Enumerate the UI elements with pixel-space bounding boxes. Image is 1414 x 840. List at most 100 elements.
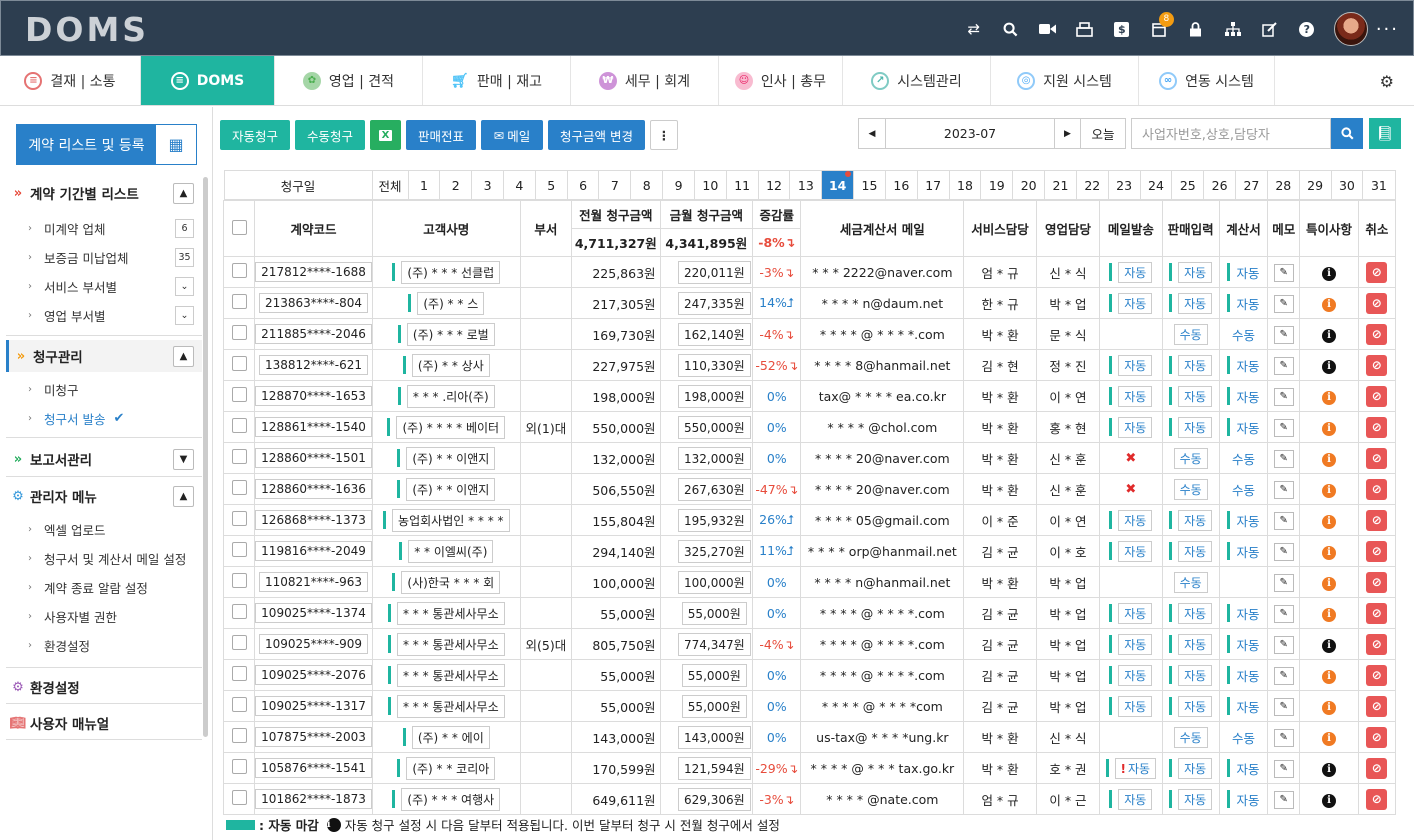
customer-name[interactable]: * * 이엘씨(주)	[408, 539, 494, 563]
sale-input-button[interactable]: 자동	[1178, 540, 1213, 562]
header-invoice[interactable]: 계산서	[1218, 200, 1269, 257]
info-icon[interactable]: i	[1321, 328, 1336, 343]
contract-code[interactable]: 109025****-909	[258, 634, 369, 654]
header-special[interactable]: 특이사항	[1299, 200, 1359, 257]
day-29[interactable]: 29	[1298, 170, 1332, 200]
sale-input-button[interactable]: 수동	[1173, 571, 1208, 593]
day-7[interactable]: 7	[598, 170, 632, 200]
table-row[interactable]: 110821****-963 (사)한국 * * * 회 100,000원 100,0…	[222, 566, 1397, 598]
table-row[interactable]: 109025****-909 * * * 통관세사무소 외(5)대 805,750원 7…	[222, 628, 1397, 660]
sale-input-button[interactable]: 자동	[1178, 385, 1213, 407]
cur-amount[interactable]: 247,335원	[677, 291, 751, 315]
memo-edit-icon[interactable]: ✎	[1273, 418, 1294, 437]
sidebar-item-unbilled[interactable]: › 미청구	[28, 376, 198, 402]
invoice-status[interactable]: 자동	[1236, 635, 1259, 654]
invoice-status[interactable]: 자동	[1236, 666, 1259, 685]
table-row[interactable]: 211885****-2046 (주) * * * 로벌 169,730원 162,1…	[222, 318, 1397, 350]
memo-edit-icon[interactable]: ✎	[1273, 542, 1294, 561]
row-checkbox[interactable]	[231, 294, 247, 309]
header-cancel[interactable]: 취소	[1357, 200, 1397, 257]
row-checkbox[interactable]	[231, 697, 247, 712]
sidebar-item-sales-dept[interactable]: › 영업 부서별 ⌄	[28, 302, 198, 328]
dollar-icon[interactable]: $	[1107, 14, 1137, 44]
memo-edit-icon[interactable]: ✎	[1273, 294, 1294, 313]
month-value[interactable]: 2023-07	[886, 119, 1054, 148]
cur-amount[interactable]: 132,000원	[677, 446, 751, 470]
tab-doms[interactable]: ≡ DOMS	[141, 56, 275, 105]
sale-input-button[interactable]: 자동	[1178, 416, 1213, 438]
select-all-checkbox[interactable]	[231, 219, 247, 235]
table-row[interactable]: 105876****-1541 (주) * * 코리아 170,599원 121,59…	[222, 752, 1397, 784]
table-row[interactable]: 217812****-1688 (주) * * * 선클럽 225,863원 220,…	[222, 256, 1397, 288]
memo-edit-icon[interactable]: ✎	[1273, 666, 1294, 685]
day-12[interactable]: 12	[757, 170, 791, 200]
contract-code[interactable]: 109025****-2076	[255, 665, 372, 685]
info-icon[interactable]: i	[1321, 359, 1336, 374]
day-10[interactable]: 10	[693, 170, 727, 200]
change-amount-button[interactable]: 청구금액 변경	[548, 120, 645, 150]
manual-book-button[interactable]: 📘︎	[1369, 118, 1401, 149]
sale-input-button[interactable]: 수동	[1173, 478, 1208, 500]
day-23[interactable]: 23	[1107, 170, 1141, 200]
cur-amount[interactable]: 55,000원	[681, 601, 747, 625]
invoice-status[interactable]: 자동	[1236, 294, 1259, 313]
header-email[interactable]: 세금계산서 메일	[800, 200, 965, 257]
sale-input-button[interactable]: 자동	[1178, 633, 1213, 655]
sidebar-section-contract-period[interactable]: » 계약 기간별 리스트 ▲	[6, 177, 202, 209]
cur-amount[interactable]: 550,000원	[677, 415, 751, 439]
day-19[interactable]: 19	[980, 170, 1014, 200]
customer-name[interactable]: * * * 통관세사무소	[396, 632, 505, 656]
chevron-up-icon[interactable]: ▲	[173, 485, 194, 507]
fax-icon[interactable]	[1070, 14, 1100, 44]
day-9[interactable]: 9	[662, 170, 695, 200]
cancel-icon[interactable]: ⊘	[1366, 509, 1388, 531]
memo-edit-icon[interactable]: ✎	[1273, 387, 1294, 406]
contract-code[interactable]: 105876****-1541	[255, 758, 372, 778]
memo-edit-icon[interactable]: ✎	[1273, 449, 1294, 468]
day-15[interactable]: 15	[853, 170, 886, 200]
cur-amount[interactable]: 220,011원	[677, 260, 751, 284]
invoice-status[interactable]: 수동	[1232, 731, 1255, 746]
table-row[interactable]: 109025****-1317 * * * 통관세사무소 55,000원 55,000…	[222, 690, 1397, 722]
sidebar-section-reports[interactable]: » 보고서관리 ▼	[6, 443, 202, 475]
cancel-icon[interactable]: ⊘	[1366, 447, 1388, 469]
day-18[interactable]: 18	[948, 170, 982, 200]
cancel-icon[interactable]: ⊘	[1366, 478, 1388, 500]
day-28[interactable]: 28	[1266, 170, 1300, 200]
invoice-status[interactable]: 자동	[1236, 542, 1259, 561]
sale-input-button[interactable]: 자동	[1178, 509, 1213, 531]
info-icon[interactable]: i	[1321, 793, 1336, 808]
customer-name[interactable]: (주) * * 코리아	[406, 756, 496, 780]
table-row[interactable]: 128870****-1653 * * * .리아(주) 198,000원 198,0…	[222, 380, 1397, 412]
customer-name[interactable]: (주) * * 에이	[411, 725, 490, 749]
excel-button[interactable]: X	[370, 120, 401, 150]
header-mail[interactable]: 메일발송	[1099, 200, 1163, 257]
info-icon[interactable]: i	[1321, 638, 1336, 653]
info-icon[interactable]: i	[1321, 762, 1336, 777]
row-checkbox[interactable]	[231, 759, 247, 774]
contract-code[interactable]: 217812****-1688	[255, 262, 372, 282]
table-row[interactable]: 119816****-2049 * * 이엘씨(주) 294,140원 325,270…	[222, 535, 1397, 567]
customer-name[interactable]: (사)한국 * * * 회	[401, 570, 501, 594]
day-17[interactable]: 17	[916, 170, 950, 200]
day-13[interactable]: 13	[789, 170, 823, 200]
sidebar-section-environment[interactable]: ⚙ 환경설정	[6, 671, 202, 703]
calendar-icon[interactable]: 8	[1144, 12, 1174, 44]
customer-name[interactable]: (주) * * * 선클럽	[401, 260, 501, 284]
chevron-up-icon[interactable]: ▲	[173, 345, 194, 367]
cur-amount[interactable]: 110,330원	[677, 353, 751, 377]
day-8[interactable]: 8	[630, 170, 664, 200]
info-icon[interactable]: i	[1321, 731, 1336, 746]
cancel-icon[interactable]: ⊘	[1366, 540, 1388, 562]
tab-approval[interactable]: ≡ 결재 | 소통	[0, 56, 141, 105]
info-icon[interactable]: i	[1321, 669, 1336, 684]
sale-input-button[interactable]: 자동	[1178, 757, 1213, 779]
row-checkbox[interactable]	[231, 325, 247, 340]
day-4[interactable]: 4	[502, 170, 536, 200]
contract-code[interactable]: 126868****-1373	[255, 510, 372, 530]
mail-send-button[interactable]: 자동	[1118, 354, 1153, 376]
tab-system-admin[interactable]: ↗ 시스템관리	[843, 56, 991, 105]
customer-name[interactable]: 농업회사법인 * * * *	[392, 508, 510, 532]
search-icon[interactable]	[996, 14, 1026, 44]
day-16[interactable]: 16	[884, 170, 918, 200]
